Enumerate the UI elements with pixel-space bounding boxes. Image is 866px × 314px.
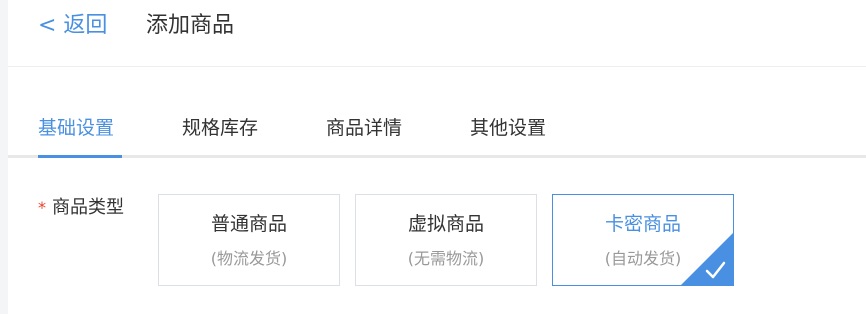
add-product-page: < 返回 添加商品 基础设置 规格库存 商品详情 其他设置 * 商品类型 普通商品… [8,0,866,314]
product-type-label: * 商品类型 [38,195,124,221]
tab-bar-divider [8,155,866,158]
required-marker: * [38,198,46,217]
option-subtitle: (无需物流) [407,249,485,268]
product-type-option-virtual[interactable]: 虚拟商品 (无需物流) [355,194,537,286]
back-link[interactable]: < 返回 [38,11,107,41]
tab-specs-inventory[interactable]: 规格库存 [182,114,258,142]
product-type-label-text: 商品类型 [52,197,124,218]
tab-product-details[interactable]: 商品详情 [326,114,402,142]
checkmark-icon [681,233,733,285]
tab-other-settings[interactable]: 其他设置 [470,114,546,142]
active-tab-indicator [38,155,122,158]
option-title: 普通商品 [210,213,287,235]
product-type-option-card-code[interactable]: 卡密商品 (自动发货) [552,194,734,286]
page-title: 添加商品 [146,13,235,38]
tab-bar: 基础设置 规格库存 商品详情 其他设置 [8,100,866,158]
product-type-option-physical[interactable]: 普通商品 (物流发货) [158,194,340,286]
tab-basic-settings[interactable]: 基础设置 [38,114,114,142]
page-header: < 返回 添加商品 [8,0,866,67]
option-subtitle: (物流发货) [210,249,288,268]
option-title: 虚拟商品 [407,213,484,235]
